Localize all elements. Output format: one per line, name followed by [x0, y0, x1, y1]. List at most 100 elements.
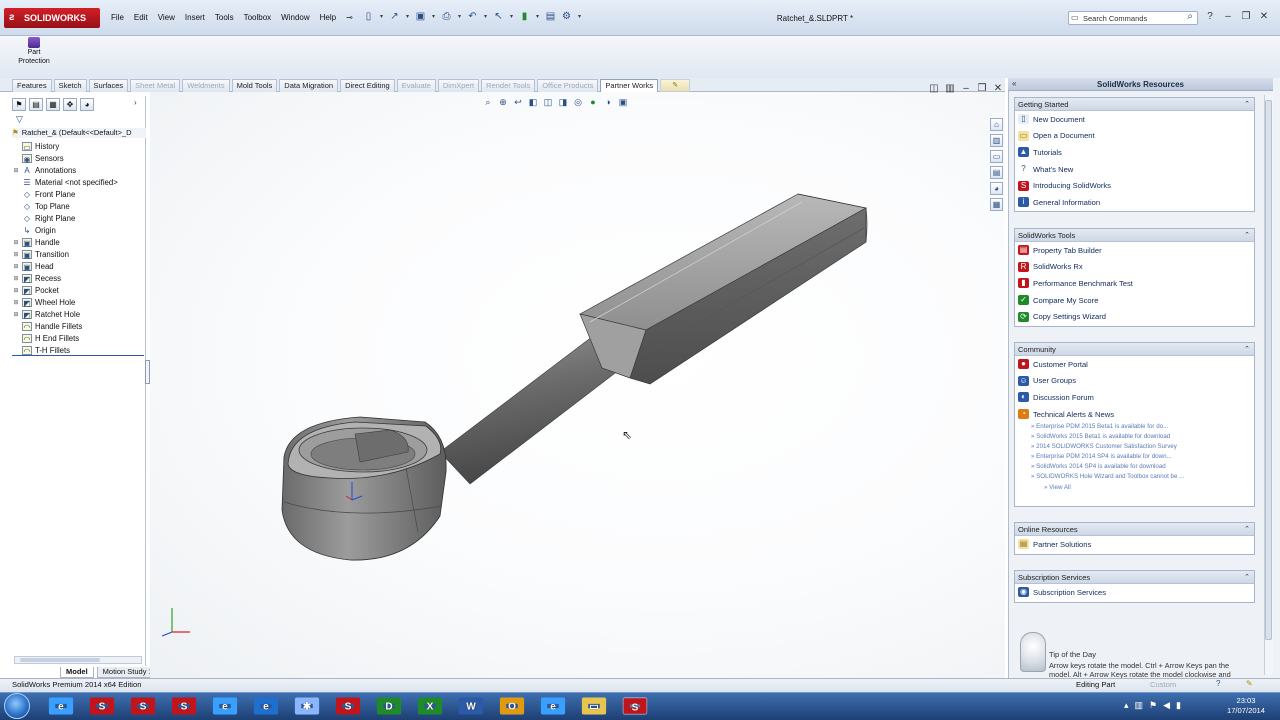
print-icon[interactable]: ⎙: [440, 10, 453, 24]
tree-item-h-end-fillets[interactable]: ◠ H End Fillets: [12, 332, 144, 344]
link-solidworks-rx[interactable]: R SolidWorks Rx: [1015, 259, 1254, 276]
link-introducing-solidworks[interactable]: S Introducing SolidWorks: [1015, 177, 1254, 194]
clock[interactable]: 23:03 17/07/2014: [1222, 696, 1270, 716]
expand-panel-icon[interactable]: ›: [134, 98, 137, 107]
chevron-down-icon[interactable]: ▾: [534, 10, 541, 24]
tab-partner-works[interactable]: Partner Works: [600, 78, 659, 92]
pin-icon[interactable]: ⊸: [341, 11, 358, 25]
news-item[interactable]: » SOLIDWORKS Hole Wizard and Toolbox can…: [1015, 472, 1254, 482]
network-icon[interactable]: ▥: [1135, 698, 1144, 712]
news-item[interactable]: » 2014 SOLIDWORKS Customer Satisfaction …: [1015, 442, 1254, 452]
dimxpert-tab-icon[interactable]: ✥: [63, 98, 77, 111]
tree-root[interactable]: ⚑ Ratchet_& (Default<<Default>_D: [12, 128, 146, 138]
link-copy-settings-wizard[interactable]: ⟳ Copy Settings Wizard: [1015, 308, 1254, 325]
link-technical-alerts[interactable]: ◔ Technical Alerts & News: [1015, 406, 1254, 423]
expand-icon[interactable]: ⊞: [12, 263, 20, 270]
taskbar-outlook-icon[interactable]: O: [500, 697, 524, 714]
ratchet-model[interactable]: [150, 92, 1005, 678]
tab-weldments[interactable]: Weldments: [182, 78, 230, 92]
menu-view[interactable]: View: [153, 11, 180, 25]
view-palette-tab-icon[interactable]: ▤: [990, 166, 1003, 179]
collapse-section-icon[interactable]: ⌃: [1244, 343, 1250, 356]
search-icon[interactable]: ⌕: [1187, 11, 1193, 23]
file-explorer-tab-icon[interactable]: ▭: [990, 150, 1003, 163]
tab-sheet-metal[interactable]: Sheet Metal: [130, 78, 181, 92]
link-general-information[interactable]: i General Information: [1015, 194, 1254, 211]
expand-icon[interactable]: ⊞: [12, 299, 20, 306]
menu-edit[interactable]: Edit: [129, 11, 153, 25]
tree-item-wheel-hole[interactable]: ⊞ ◩ Wheel Hole: [12, 296, 144, 308]
link-customer-portal[interactable]: ● Customer Portal: [1015, 356, 1254, 373]
link-subscription-services[interactable]: ◉ Subscription Services: [1015, 584, 1254, 601]
link-compare-my-score[interactable]: ✓ Compare My Score: [1015, 292, 1254, 309]
scrollbar-thumb[interactable]: [1265, 100, 1272, 640]
resources-tab-icon[interactable]: ⌂: [990, 118, 1003, 131]
zoom-to-area-icon[interactable]: ⊕: [497, 96, 509, 108]
taskbar-molecule-icon[interactable]: ✱: [295, 697, 319, 714]
view-settings-icon[interactable]: ▣: [617, 96, 629, 108]
collapse-section-icon[interactable]: ⌃: [1244, 229, 1250, 242]
section-view-icon[interactable]: ◧: [527, 96, 539, 108]
tab-dimxpert[interactable]: DimXpert: [437, 78, 480, 92]
show-hidden-icons-icon[interactable]: ▴: [1124, 698, 1129, 712]
hide-show-icon[interactable]: ◎: [572, 96, 584, 108]
tree-item-recess[interactable]: ⊞ ◩ Recess: [12, 272, 144, 284]
tree-item-material-not-specified[interactable]: ☰ Material <not specified>: [12, 176, 144, 188]
tree-item-pocket[interactable]: ⊞ ◩ Pocket: [12, 284, 144, 296]
taskbar-solidworks-icon[interactable]: S: [90, 697, 114, 714]
taskbar-solidworks-icon[interactable]: S: [172, 697, 196, 714]
rollback-bar[interactable]: [12, 355, 144, 356]
custom-properties-tab-icon[interactable]: ▦: [990, 198, 1003, 211]
minimize-button[interactable]: –: [1222, 10, 1234, 24]
expand-icon[interactable]: ⊞: [12, 311, 20, 318]
news-item[interactable]: » Enterprise PDM 2015 Beta1 is available…: [1015, 422, 1254, 432]
tab-extra-icon[interactable]: ✎: [660, 78, 691, 92]
apply-scene-icon[interactable]: ◑: [602, 96, 614, 108]
link-discussion-forum[interactable]: ◐ Discussion Forum: [1015, 389, 1254, 406]
tab-mold-tools[interactable]: Mold Tools: [231, 78, 278, 92]
tab-office-products[interactable]: Office Products: [537, 78, 599, 92]
options-icon[interactable]: ⚙: [560, 10, 573, 24]
menu-toolbox[interactable]: Toolbox: [239, 11, 277, 25]
section-header-community[interactable]: Community ⌃: [1015, 343, 1254, 356]
link-new-document[interactable]: ▯ New Document: [1015, 111, 1254, 128]
start-button[interactable]: [4, 693, 30, 719]
help-icon[interactable]: ?: [1204, 10, 1216, 24]
quick-tips-icon[interactable]: ✎: [1246, 679, 1253, 688]
zoom-to-fit-icon[interactable]: ⌕: [482, 96, 494, 108]
file-properties-icon[interactable]: ▤: [544, 10, 557, 24]
link-user-groups[interactable]: ☺ User Groups: [1015, 373, 1254, 390]
collapse-section-icon[interactable]: ⌃: [1244, 98, 1250, 111]
help-icon[interactable]: ?: [1216, 679, 1220, 688]
taskbar-word-icon[interactable]: W: [459, 697, 483, 714]
display-style-icon[interactable]: ◨: [557, 96, 569, 108]
tree-item-ratchet-hole[interactable]: ⊞ ◩ Ratchet Hole: [12, 308, 144, 320]
taskbar-excel-icon[interactable]: X: [418, 697, 442, 714]
rebuild-icon[interactable]: ▮: [518, 10, 531, 24]
taskbar-solidworks-icon[interactable]: S: [622, 697, 648, 715]
view-all-link[interactable]: » View All: [1015, 482, 1254, 494]
link-property-tab-builder[interactable]: ▤ Property Tab Builder: [1015, 242, 1254, 259]
open-icon[interactable]: ↗: [388, 10, 401, 24]
tree-item-front-plane[interactable]: ◇ Front Plane: [12, 188, 144, 200]
tree-item-right-plane[interactable]: ◇ Right Plane: [12, 212, 144, 224]
viewport-close-button[interactable]: ✕: [992, 82, 1004, 96]
viewport-split-icon[interactable]: ◫: [928, 82, 940, 96]
taskbar-solidworks-icon[interactable]: S: [131, 697, 155, 714]
viewport-restore-button[interactable]: ❐: [976, 82, 988, 96]
expand-icon[interactable]: ⊞: [12, 167, 20, 174]
tab-evaluate[interactable]: Evaluate: [396, 78, 436, 92]
tree-item-handle[interactable]: ⊞ ▣ Handle: [12, 236, 144, 248]
viewport-minimize-button[interactable]: –: [960, 82, 972, 96]
link-open-document[interactable]: ▭ Open a Document: [1015, 128, 1254, 145]
expand-icon[interactable]: ⊞: [12, 239, 20, 246]
menu-window[interactable]: Window: [276, 11, 314, 25]
taskbar-ie-icon[interactable]: e: [541, 697, 565, 714]
chevron-down-icon[interactable]: ▾: [404, 10, 411, 24]
edit-appearance-icon[interactable]: ●: [587, 96, 599, 108]
taskbar-ie-icon[interactable]: e: [49, 697, 73, 714]
expand-icon[interactable]: ⊞: [12, 251, 20, 258]
menu-tools[interactable]: Tools: [210, 11, 239, 25]
taskbar-draftsight-icon[interactable]: D: [377, 697, 401, 714]
link-partner-solutions[interactable]: ▤ Partner Solutions: [1015, 536, 1254, 553]
